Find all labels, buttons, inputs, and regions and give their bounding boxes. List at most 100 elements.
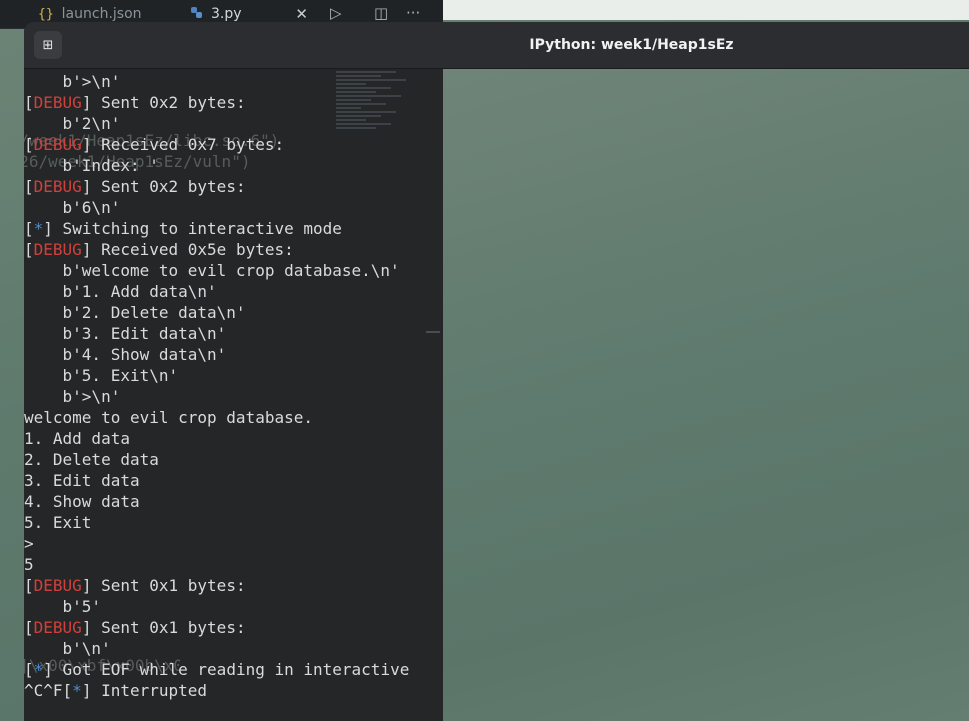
debug-tag: DEBUG [33, 93, 82, 112]
terminal-line: 2. Delete data [24, 449, 409, 470]
bracket: [ [24, 93, 34, 112]
line-text: Received 0x7 bytes: [91, 135, 285, 154]
line-text: b'6\n' [24, 198, 121, 217]
window-title: IPython: week1/Heap1sEz [529, 37, 734, 53]
bracket: ] [43, 660, 53, 679]
terminal-line: [DEBUG] Sent 0x2 bytes: [24, 176, 409, 197]
terminal-line: [DEBUG] Sent 0x1 bytes: [24, 575, 409, 596]
line-text: b'Index: ' [24, 156, 159, 175]
terminal-line: b'5' [24, 596, 409, 617]
terminal-line: b'2. Delete data\n' [24, 302, 409, 323]
terminal-line: [DEBUG] Received 0x5e bytes: [24, 239, 409, 260]
bracket: ] [81, 576, 92, 595]
terminal-line: b'2\n' [24, 113, 409, 134]
terminal-titlebar: ⊞ IPython: week1/Heap1sEz [24, 22, 969, 69]
terminal-line: [DEBUG] Sent 0x2 bytes: [24, 92, 409, 113]
terminal-line: welcome to evil crop database. [24, 407, 409, 428]
line-text: b'>\n' [24, 72, 121, 91]
line-text: welcome to evil crop database. [24, 408, 313, 427]
info-tag: * [33, 219, 44, 238]
background-desktop [443, 69, 969, 721]
terminal-line: 3. Edit data [24, 470, 409, 491]
line-text: b'2\n' [24, 114, 121, 133]
tab-label: 3.py [211, 6, 242, 22]
line-text: Sent 0x1 bytes: [91, 618, 246, 637]
tab-label: launch.json [61, 6, 142, 22]
line-text: 2. Delete data [24, 450, 159, 469]
terminal-line: b'>\n' [24, 386, 409, 407]
terminal-line: b'\n' [24, 638, 409, 659]
bracket: ] [81, 177, 92, 196]
debug-tag: DEBUG [33, 177, 82, 196]
bracket: [ [24, 240, 34, 259]
terminal-line: 1. Add data [24, 428, 409, 449]
terminal-line: > [24, 533, 409, 554]
terminal-line: b'4. Show data\n' [24, 344, 409, 365]
terminal-line: b'welcome to evil crop database.\n' [24, 260, 409, 281]
python-icon [190, 6, 203, 23]
bracket: [ [24, 618, 34, 637]
bracket: [ [62, 681, 73, 700]
terminal-lines: b'>\n' [DEBUG] Sent 0x2 bytes: b'2\n' [DEB… [24, 71, 409, 701]
terminal-line: 5. Exit [24, 512, 409, 533]
line-text: b'4. Show data\n' [24, 345, 227, 364]
line-text: 1. Add data [24, 429, 130, 448]
line-text: 3. Edit data [24, 471, 140, 490]
more-actions-icon[interactable]: ··· [406, 4, 420, 22]
bracket: [ [24, 219, 34, 238]
line-text: b'2. Delete data\n' [24, 303, 246, 322]
bracket: ] [81, 681, 92, 700]
line-text: b'5' [24, 597, 102, 616]
line-text: Sent 0x2 bytes: [91, 93, 246, 112]
line-text: b'3. Edit data\n' [24, 324, 227, 343]
terminal-line: b'6\n' [24, 197, 409, 218]
debug-tag: DEBUG [33, 576, 82, 595]
terminal-line: 4. Show data [24, 491, 409, 512]
info-tag: * [33, 660, 44, 679]
line-text: Received 0x5e bytes: [91, 240, 294, 259]
bracket: ] [81, 93, 92, 112]
terminal-line: b'1. Add data\n' [24, 281, 409, 302]
json-icon: {} [38, 6, 54, 22]
line-text: b'5. Exit\n' [24, 366, 179, 385]
terminal-line: [*] Got EOF while reading in interactive [24, 659, 409, 680]
terminal-output[interactable]: 26/week1/Heap1sEz/libc.so.6") 2026/week1… [24, 69, 443, 721]
terminal-line: [*] Switching to interactive mode [24, 218, 409, 239]
run-icon[interactable]: ▷ [330, 4, 342, 22]
bracket: ] [43, 219, 53, 238]
bracket: [ [24, 660, 34, 679]
scrollbar-marker[interactable] [426, 331, 440, 333]
bracket: [ [24, 576, 34, 595]
terminal-line: 5 [24, 554, 409, 575]
terminal-line: [DEBUG] Received 0x7 bytes: [24, 134, 409, 155]
line-text: b'\n' [24, 639, 111, 658]
line-text: > [24, 534, 34, 553]
terminal-line: ^C^F[*] Interrupted [24, 680, 409, 701]
terminal-line: b'Index: ' [24, 155, 409, 176]
debug-tag: DEBUG [33, 618, 82, 637]
terminal-line: b'>\n' [24, 71, 409, 92]
split-editor-icon[interactable]: ◫ [374, 4, 388, 22]
bracket: ] [81, 240, 92, 259]
debug-tag: DEBUG [33, 135, 82, 154]
terminal-window: ⊞ IPython: week1/Heap1sEz 26/week1/Heap1… [24, 22, 969, 721]
background-window-strip [443, 0, 969, 20]
debug-tag: DEBUG [33, 240, 82, 259]
line-text: 4. Show data [24, 492, 140, 511]
terminal-line: b'3. Edit data\n' [24, 323, 409, 344]
line-text: Got EOF while reading in interactive [52, 660, 410, 679]
terminal-line: b'5. Exit\n' [24, 365, 409, 386]
line-text: Sent 0x1 bytes: [91, 576, 246, 595]
line-text: b'1. Add data\n' [24, 282, 217, 301]
line-text: Interrupted [91, 681, 208, 700]
line-text: Switching to interactive mode [52, 219, 342, 238]
close-icon[interactable]: ✕ [295, 5, 308, 23]
line-text: 5. Exit [24, 513, 92, 532]
info-tag: * [72, 681, 82, 700]
line-text: b'welcome to evil crop database.\n' [24, 261, 400, 280]
line-text: b'>\n' [24, 387, 121, 406]
bracket: [ [24, 177, 34, 196]
line-text: Sent 0x2 bytes: [91, 177, 246, 196]
line-prefix: ^C^F [24, 681, 63, 700]
bracket: [ [24, 135, 34, 154]
